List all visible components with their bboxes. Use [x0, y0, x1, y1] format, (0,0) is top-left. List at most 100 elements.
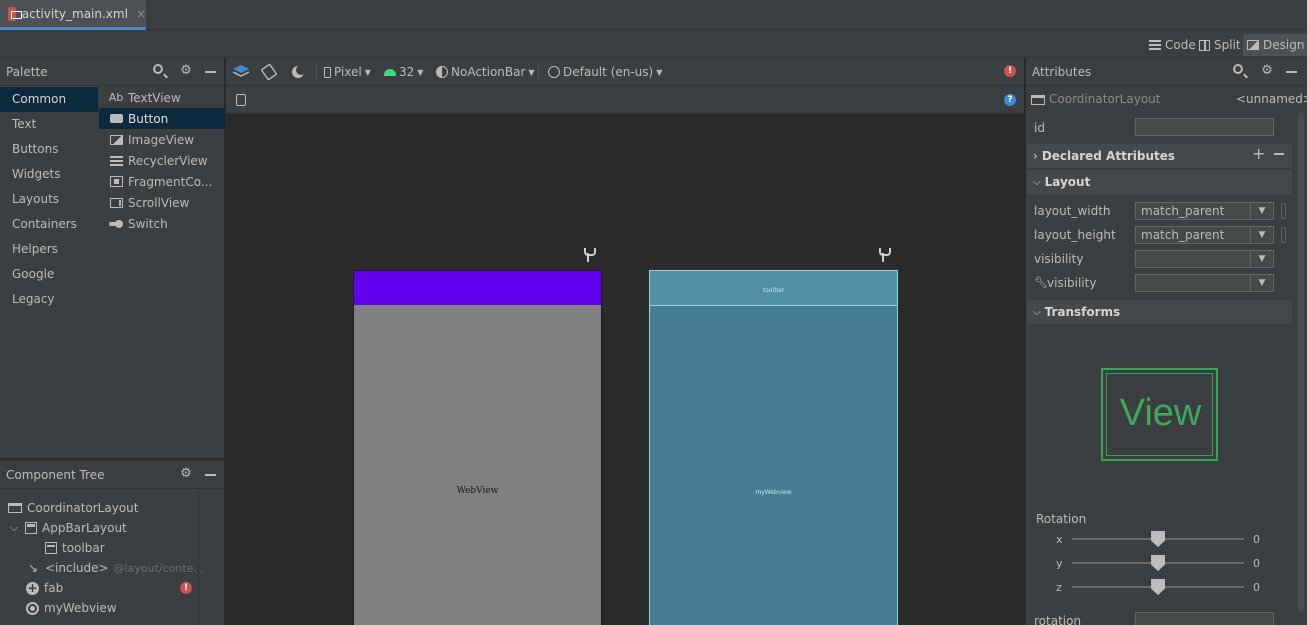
category-layouts[interactable]: Layouts: [0, 187, 98, 212]
orientation-icon[interactable]: [260, 63, 280, 81]
switch-icon: [109, 218, 123, 229]
widget-label: ScrollView: [128, 195, 190, 210]
chevron-right-icon: ›: [1033, 149, 1038, 163]
search-icon[interactable]: [1233, 64, 1247, 78]
id-label: id: [1034, 121, 1045, 135]
gear-icon[interactable]: ⚙: [179, 467, 193, 481]
locale-selector[interactable]: Default (en-us) ▼: [548, 63, 662, 81]
search-icon[interactable]: [153, 64, 167, 78]
toolbar-separator: [538, 64, 539, 80]
rotation-z-slider[interactable]: [1151, 579, 1165, 595]
split-mode-label: Split: [1214, 38, 1241, 52]
minimize-icon[interactable]: [204, 467, 218, 481]
widget-recyclerview[interactable]: RecyclerView: [99, 150, 225, 171]
minimize-icon[interactable]: [204, 64, 218, 78]
api-selector[interactable]: 32 ▼: [384, 63, 423, 81]
design-sub-toolbar: ?: [226, 86, 1024, 114]
remove-icon[interactable]: [1274, 153, 1284, 155]
category-widgets[interactable]: Widgets: [0, 162, 98, 187]
tools-visibility-input[interactable]: [1135, 274, 1251, 292]
layout-width-input[interactable]: match_parent: [1135, 202, 1251, 220]
rotation-input[interactable]: [1135, 612, 1274, 625]
category-buttons[interactable]: Buttons: [0, 137, 98, 162]
chevron-down-icon[interactable]: ▼: [1250, 250, 1274, 268]
rotation-x-slider[interactable]: [1151, 531, 1165, 547]
gear-icon[interactable]: ⚙: [179, 64, 193, 78]
widget-textview[interactable]: Ab TextView: [99, 87, 225, 108]
chevron-down-icon[interactable]: ▼: [1250, 274, 1274, 292]
category-text[interactable]: Text: [0, 112, 98, 137]
widget-button[interactable]: Button: [99, 108, 225, 129]
design-mode-button[interactable]: Design: [1243, 34, 1307, 56]
transforms-section[interactable]: ⌵ Transforms: [1027, 300, 1292, 324]
design-mode-label: Design: [1263, 38, 1305, 52]
category-google[interactable]: Google: [0, 262, 98, 287]
widget-imageview[interactable]: ImageView: [99, 129, 225, 150]
code-icon: [1149, 40, 1161, 50]
editor-tab-bar: activity_main.xml ×: [0, 0, 1307, 30]
layout-height-picker[interactable]: [1281, 227, 1286, 243]
error-icon[interactable]: !: [1004, 65, 1016, 77]
help-icon[interactable]: ?: [1004, 94, 1016, 106]
layout-height-input[interactable]: match_parent: [1135, 226, 1251, 244]
tree-node-include[interactable]: ↘ <include> @layout/conte...: [26, 558, 204, 578]
category-containers[interactable]: Containers: [0, 212, 98, 237]
theme-selector[interactable]: NoActionBar ▼: [436, 63, 535, 81]
blueprint-surface[interactable]: toolbar myWebview: [649, 270, 898, 625]
tree-node-toolbar[interactable]: toolbar: [45, 538, 105, 558]
chevron-down-icon: ▼: [656, 67, 663, 77]
layout-section[interactable]: ⌵ Layout: [1027, 170, 1292, 194]
wrench-icon[interactable]: [583, 248, 596, 262]
attributes-scrollbar[interactable]: [1298, 112, 1304, 612]
chevron-down-icon[interactable]: ▼: [1250, 202, 1274, 220]
chevron-down-icon[interactable]: ⌵: [8, 521, 20, 535]
error-icon[interactable]: !: [180, 582, 192, 594]
blueprint-toolbar[interactable]: toolbar: [650, 271, 897, 306]
layout-width-picker[interactable]: [1281, 203, 1286, 219]
tree-node-appbarlayout[interactable]: ⌵ AppBarLayout: [8, 518, 127, 538]
tree-node-coordinatorlayout[interactable]: CoordinatorLayout: [8, 498, 138, 518]
device-selector[interactable]: Pixel ▼: [324, 63, 371, 81]
file-tab[interactable]: activity_main.xml ×: [0, 0, 146, 30]
id-input[interactable]: [1135, 118, 1274, 136]
fragmentcontainer-icon: [109, 176, 123, 187]
layers-icon[interactable]: [232, 63, 250, 81]
widget-label: FragmentCo...: [128, 174, 213, 189]
attributes-panel: Attributes ⚙ CoordinatorLayout <unnamed>…: [1025, 58, 1307, 625]
add-icon[interactable]: +: [1252, 144, 1265, 163]
visibility-input[interactable]: [1135, 250, 1251, 268]
chevron-down-icon: ⌵: [1033, 306, 1041, 318]
tree-node-mywebview[interactable]: myWebview: [26, 598, 117, 618]
category-legacy[interactable]: Legacy: [0, 287, 98, 312]
theme-icon: [436, 66, 448, 78]
section-label: Declared Attributes: [1041, 149, 1176, 163]
xml-file-icon: [8, 6, 22, 21]
minimize-icon[interactable]: [1285, 64, 1299, 78]
design-surface[interactable]: WebView: [353, 270, 602, 625]
view-preview-label: View: [1119, 392, 1202, 434]
tree-node-label: <include>: [45, 561, 109, 575]
rotation-field-label: rotation: [1034, 614, 1082, 625]
appbar-preview[interactable]: [354, 271, 601, 305]
night-mode-icon[interactable]: [290, 63, 308, 81]
rotation-y-slider[interactable]: [1151, 555, 1165, 571]
tree-node-fab[interactable]: + fab: [26, 578, 63, 598]
toolbar-separator: [316, 64, 317, 80]
widget-scrollview[interactable]: ScrollView: [99, 192, 225, 213]
chevron-down-icon: ▼: [528, 67, 535, 77]
rotation-y-label: y: [1056, 557, 1063, 570]
widget-fragmentcontainer[interactable]: FragmentCo...: [99, 171, 225, 192]
design-canvas[interactable]: [226, 114, 1024, 625]
widget-switch[interactable]: Switch: [99, 213, 225, 234]
wrench-icon[interactable]: [878, 248, 891, 262]
textview-icon: Ab: [108, 91, 124, 104]
view-preview-inner: View: [1106, 373, 1213, 456]
category-common[interactable]: Common: [0, 87, 98, 112]
device-frame-icon[interactable]: [236, 94, 246, 106]
close-tab-icon[interactable]: ×: [136, 7, 146, 21]
code-mode-button[interactable]: Code: [1145, 34, 1200, 56]
split-mode-button[interactable]: Split: [1195, 34, 1245, 56]
chevron-down-icon[interactable]: ▼: [1250, 226, 1274, 244]
gear-icon[interactable]: ⚙: [1260, 64, 1274, 78]
category-helpers[interactable]: Helpers: [0, 237, 98, 262]
